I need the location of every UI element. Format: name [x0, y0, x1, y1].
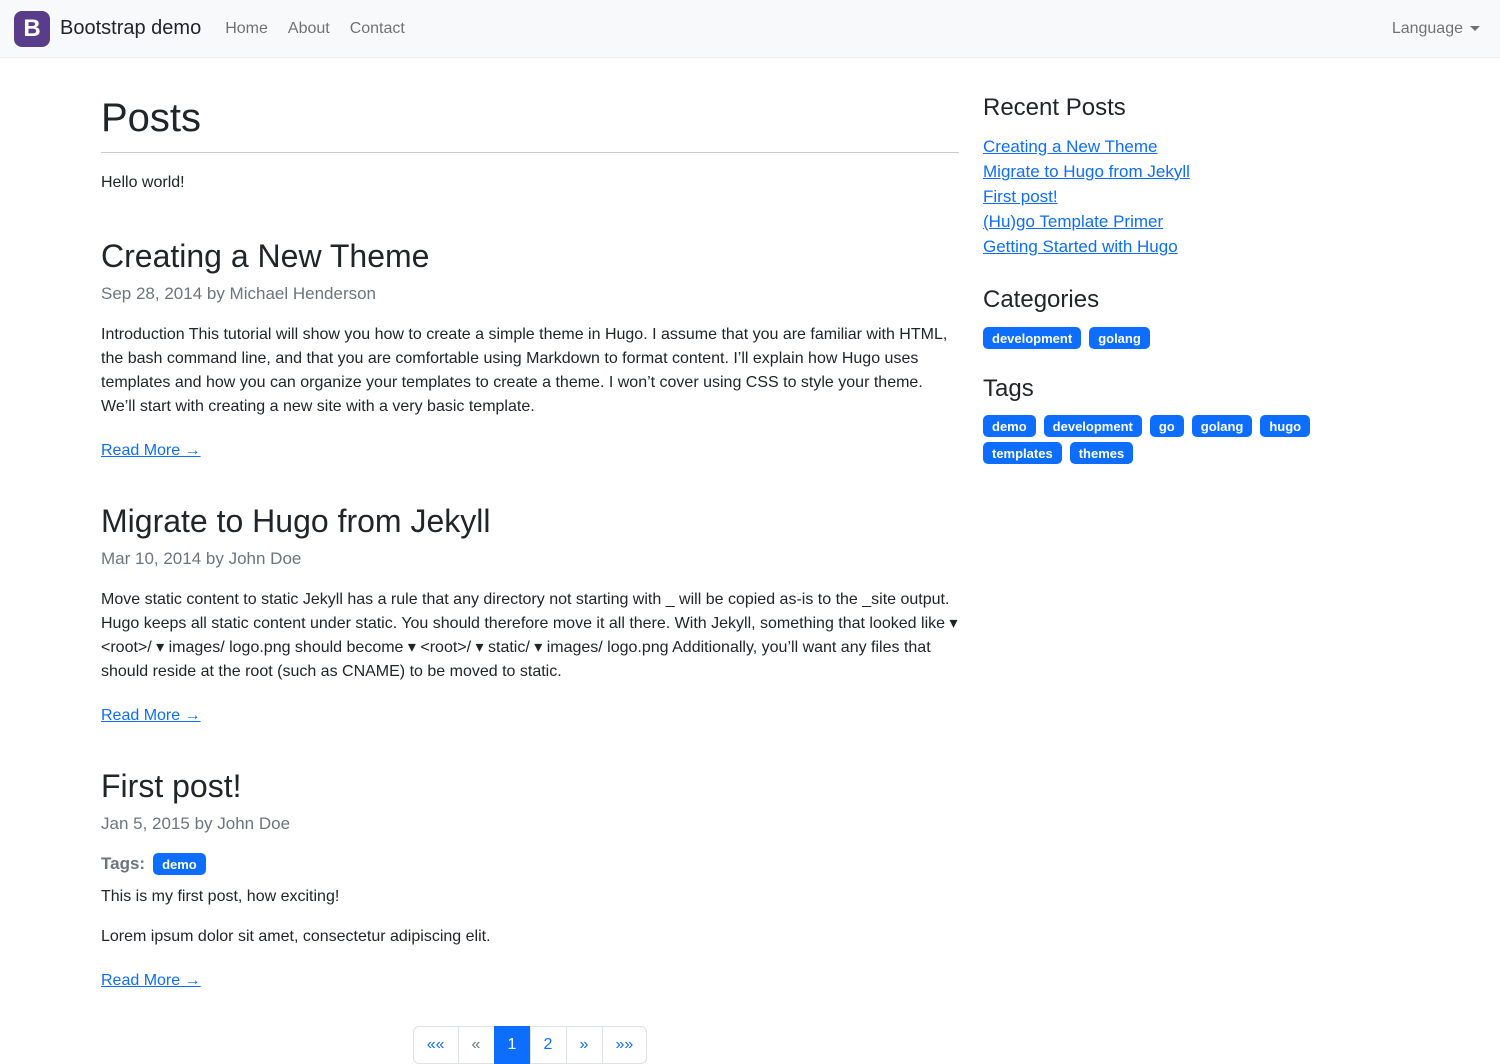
- post-title: Creating a New Theme: [101, 237, 959, 275]
- list-item: First post!: [983, 185, 1325, 210]
- pagination-first-button[interactable]: ««: [413, 1026, 459, 1064]
- chevron-down-icon: [1470, 26, 1480, 31]
- pagination-item: »: [567, 1026, 603, 1064]
- tag-badge-hugo[interactable]: hugo: [1260, 415, 1310, 437]
- list-item: Getting Started with Hugo: [983, 235, 1325, 260]
- pagination-prev-button: «: [458, 1026, 495, 1064]
- tags-heading: Tags: [983, 375, 1325, 404]
- post-summary: This is my first post, how exciting!: [101, 885, 959, 909]
- tag-badge-demo[interactable]: demo: [983, 415, 1036, 437]
- pagination-last-button[interactable]: »»: [602, 1026, 648, 1064]
- pagination-page-1-current: 1: [494, 1026, 531, 1064]
- categories-heading: Categories: [983, 286, 1325, 315]
- post-migrate-to-hugo-from-jekyll: Migrate to Hugo from Jekyll Mar 10, 2014…: [101, 502, 959, 725]
- read-more-link[interactable]: Read More →: [101, 707, 201, 725]
- main-content: Posts Hello world! Creating a New Theme …: [101, 94, 959, 1064]
- intro-text: Hello world!: [101, 171, 959, 195]
- language-dropdown-toggle[interactable]: Language: [1392, 20, 1480, 38]
- pagination-item: 2: [531, 1026, 567, 1064]
- category-badge-development[interactable]: development: [983, 327, 1081, 349]
- list-item: Migrate to Hugo from Jekyll: [983, 160, 1325, 185]
- recent-post-link-getting-started-with-hugo[interactable]: Getting Started with Hugo: [983, 237, 1178, 256]
- navbar: B Bootstrap demo Home About Contact Lang…: [0, 0, 1500, 58]
- tag-badge-themes[interactable]: themes: [1070, 442, 1134, 464]
- tag-badge-development[interactable]: development: [1044, 415, 1142, 437]
- tags-badge-group: demo development go golang hugo template…: [983, 415, 1325, 464]
- post-meta: Jan 5, 2015 by John Doe: [101, 811, 959, 837]
- post-creating-a-new-theme: Creating a New Theme Sep 28, 2014 by Mic…: [101, 237, 959, 460]
- recent-post-link-creating-a-new-theme[interactable]: Creating a New Theme: [983, 137, 1158, 156]
- page-title: Posts: [101, 94, 959, 142]
- post-tags-line: Tags: demo: [101, 853, 959, 875]
- read-more-link[interactable]: Read More →: [101, 972, 201, 990]
- post-title: Migrate to Hugo from Jekyll: [101, 502, 959, 540]
- post-summary: Move static content to static Jekyll has…: [101, 588, 959, 684]
- post-summary: Lorem ipsum dolor sit amet, consectetur …: [101, 925, 959, 949]
- list-item: (Hu)go Template Primer: [983, 210, 1325, 235]
- pagination-item: ««: [413, 1026, 459, 1064]
- recent-post-link-hugo-template-primer[interactable]: (Hu)go Template Primer: [983, 212, 1163, 231]
- read-more-link[interactable]: Read More →: [101, 442, 201, 460]
- list-item: Creating a New Theme: [983, 135, 1325, 160]
- pagination: «« « 1 2 » »»: [101, 1026, 959, 1064]
- tag-badge-go[interactable]: go: [1150, 415, 1184, 437]
- nav-link-contact[interactable]: Contact: [340, 12, 415, 46]
- bootstrap-logo-icon: B: [14, 11, 50, 47]
- recent-posts-heading: Recent Posts: [983, 94, 1325, 123]
- post-meta: Sep 28, 2014 by Michael Henderson: [101, 281, 959, 307]
- pagination-next-button[interactable]: »: [566, 1026, 603, 1064]
- post-meta: Mar 10, 2014 by John Doe: [101, 546, 959, 572]
- pagination-item: «: [459, 1026, 495, 1064]
- categories-badge-group: development golang: [983, 327, 1325, 349]
- recent-posts-list: Creating a New Theme Migrate to Hugo fro…: [983, 135, 1325, 260]
- post-title: First post!: [101, 767, 959, 805]
- tag-badge-templates[interactable]: templates: [983, 442, 1062, 464]
- title-divider: [101, 152, 959, 153]
- category-badge-golang[interactable]: golang: [1089, 327, 1150, 349]
- pagination-item: »»: [603, 1026, 648, 1064]
- navbar-links: Home About Contact: [215, 12, 415, 46]
- tags-label: Tags:: [101, 854, 145, 874]
- pagination-item: 1: [495, 1026, 531, 1064]
- recent-post-link-first-post[interactable]: First post!: [983, 187, 1058, 206]
- post-first-post: First post! Jan 5, 2015 by John Doe Tags…: [101, 767, 959, 990]
- sidebar: Recent Posts Creating a New Theme Migrat…: [983, 94, 1325, 490]
- language-dropdown-label: Language: [1392, 20, 1463, 38]
- pagination-page-2-button[interactable]: 2: [530, 1026, 567, 1064]
- navbar-brand[interactable]: B Bootstrap demo: [14, 11, 201, 47]
- tag-badge-golang[interactable]: golang: [1192, 415, 1253, 437]
- nav-link-about[interactable]: About: [278, 12, 340, 46]
- recent-post-link-migrate-to-hugo[interactable]: Migrate to Hugo from Jekyll: [983, 162, 1190, 181]
- navbar-brand-label: Bootstrap demo: [60, 17, 201, 40]
- page-container: Posts Hello world! Creating a New Theme …: [101, 58, 1399, 1064]
- nav-link-home[interactable]: Home: [215, 12, 278, 46]
- tag-badge-demo[interactable]: demo: [153, 853, 206, 875]
- post-summary: Introduction This tutorial will show you…: [101, 323, 959, 419]
